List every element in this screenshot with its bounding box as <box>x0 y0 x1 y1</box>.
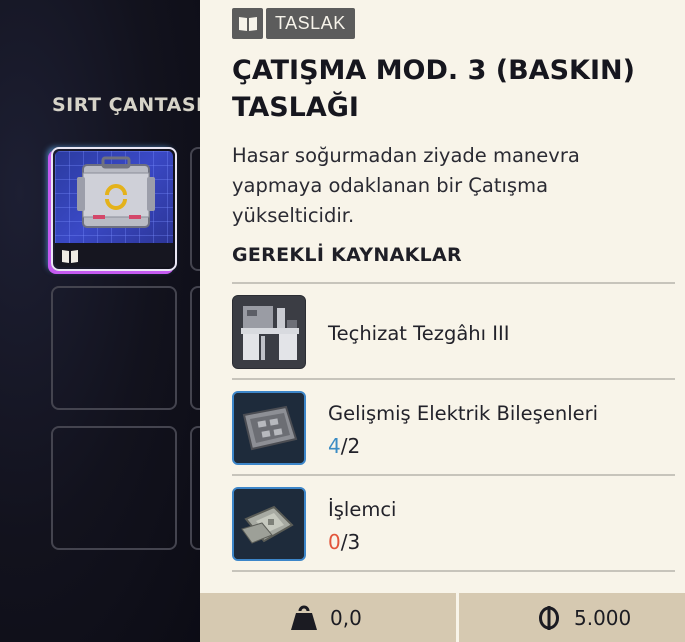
required-resources-header: GEREKLİ KAYNAKLAR <box>232 244 462 266</box>
workbench-icon <box>232 295 306 369</box>
item-title: ÇATIŞMA MOD. 3 (BASKIN) TASLAĞI <box>232 55 635 123</box>
inventory-slot-empty[interactable] <box>190 286 200 410</box>
resource-count: 0/3 <box>328 530 361 554</box>
resource-name: Teçhizat Tezgâhı III <box>328 322 510 345</box>
slot-footer <box>55 243 173 267</box>
value-stat: 5.000 <box>538 593 631 642</box>
resource-count: 4/2 <box>328 434 361 458</box>
resource-row: Gelişmiş Elektrik Bileşenleri 4/2 <box>232 380 675 476</box>
blueprint-icon <box>62 250 78 263</box>
item-detail-panel: TASLAK ÇATIŞMA MOD. 3 (BASKIN) TASLAĞI H… <box>200 0 685 642</box>
resource-need: 2 <box>347 434 361 458</box>
inventory-slot-empty[interactable] <box>190 426 200 550</box>
weight-value: 0,0 <box>330 605 362 630</box>
backpack-title: SIRT ÇANTASI <box>52 94 200 116</box>
resource-row: Teçhizat Tezgâhı III <box>232 284 675 380</box>
resource-name: Gelişmiş Elektrik Bileşenleri <box>328 402 599 425</box>
coin-icon <box>539 605 559 630</box>
inventory-slot-selected[interactable] <box>51 147 177 271</box>
resource-row: İşlemci 0/3 <box>232 476 675 572</box>
weight-icon <box>291 605 317 630</box>
processor-icon <box>232 487 306 561</box>
resource-name: İşlemci <box>328 498 397 521</box>
inventory-slot[interactable] <box>190 147 200 271</box>
stats-divider <box>456 593 459 642</box>
item-type-tag: TASLAK <box>232 8 355 39</box>
electrical-components-icon <box>232 391 306 465</box>
inventory-slot-empty[interactable] <box>51 426 177 550</box>
value-amount: 5.000 <box>574 605 632 630</box>
inventory-slot-empty[interactable] <box>51 286 177 410</box>
resource-have: 4 <box>328 434 341 458</box>
item-description: Hasar soğurmadan ziyade manevra yapmaya … <box>232 144 580 227</box>
blueprint-icon <box>232 8 263 39</box>
required-resources-list: Teçhizat Tezgâhı III Gelişmiş Elektrik B… <box>232 282 675 572</box>
resource-have: 0 <box>328 530 341 554</box>
weight-stat: 0,0 <box>290 593 362 642</box>
item-stats-bar: 0,0 5.000 <box>200 593 685 642</box>
blueprint-item-image <box>55 151 173 243</box>
resource-need: 3 <box>347 530 361 554</box>
backpack-panel: SIRT ÇANTASI <box>0 0 200 642</box>
item-type-label: TASLAK <box>266 8 355 39</box>
